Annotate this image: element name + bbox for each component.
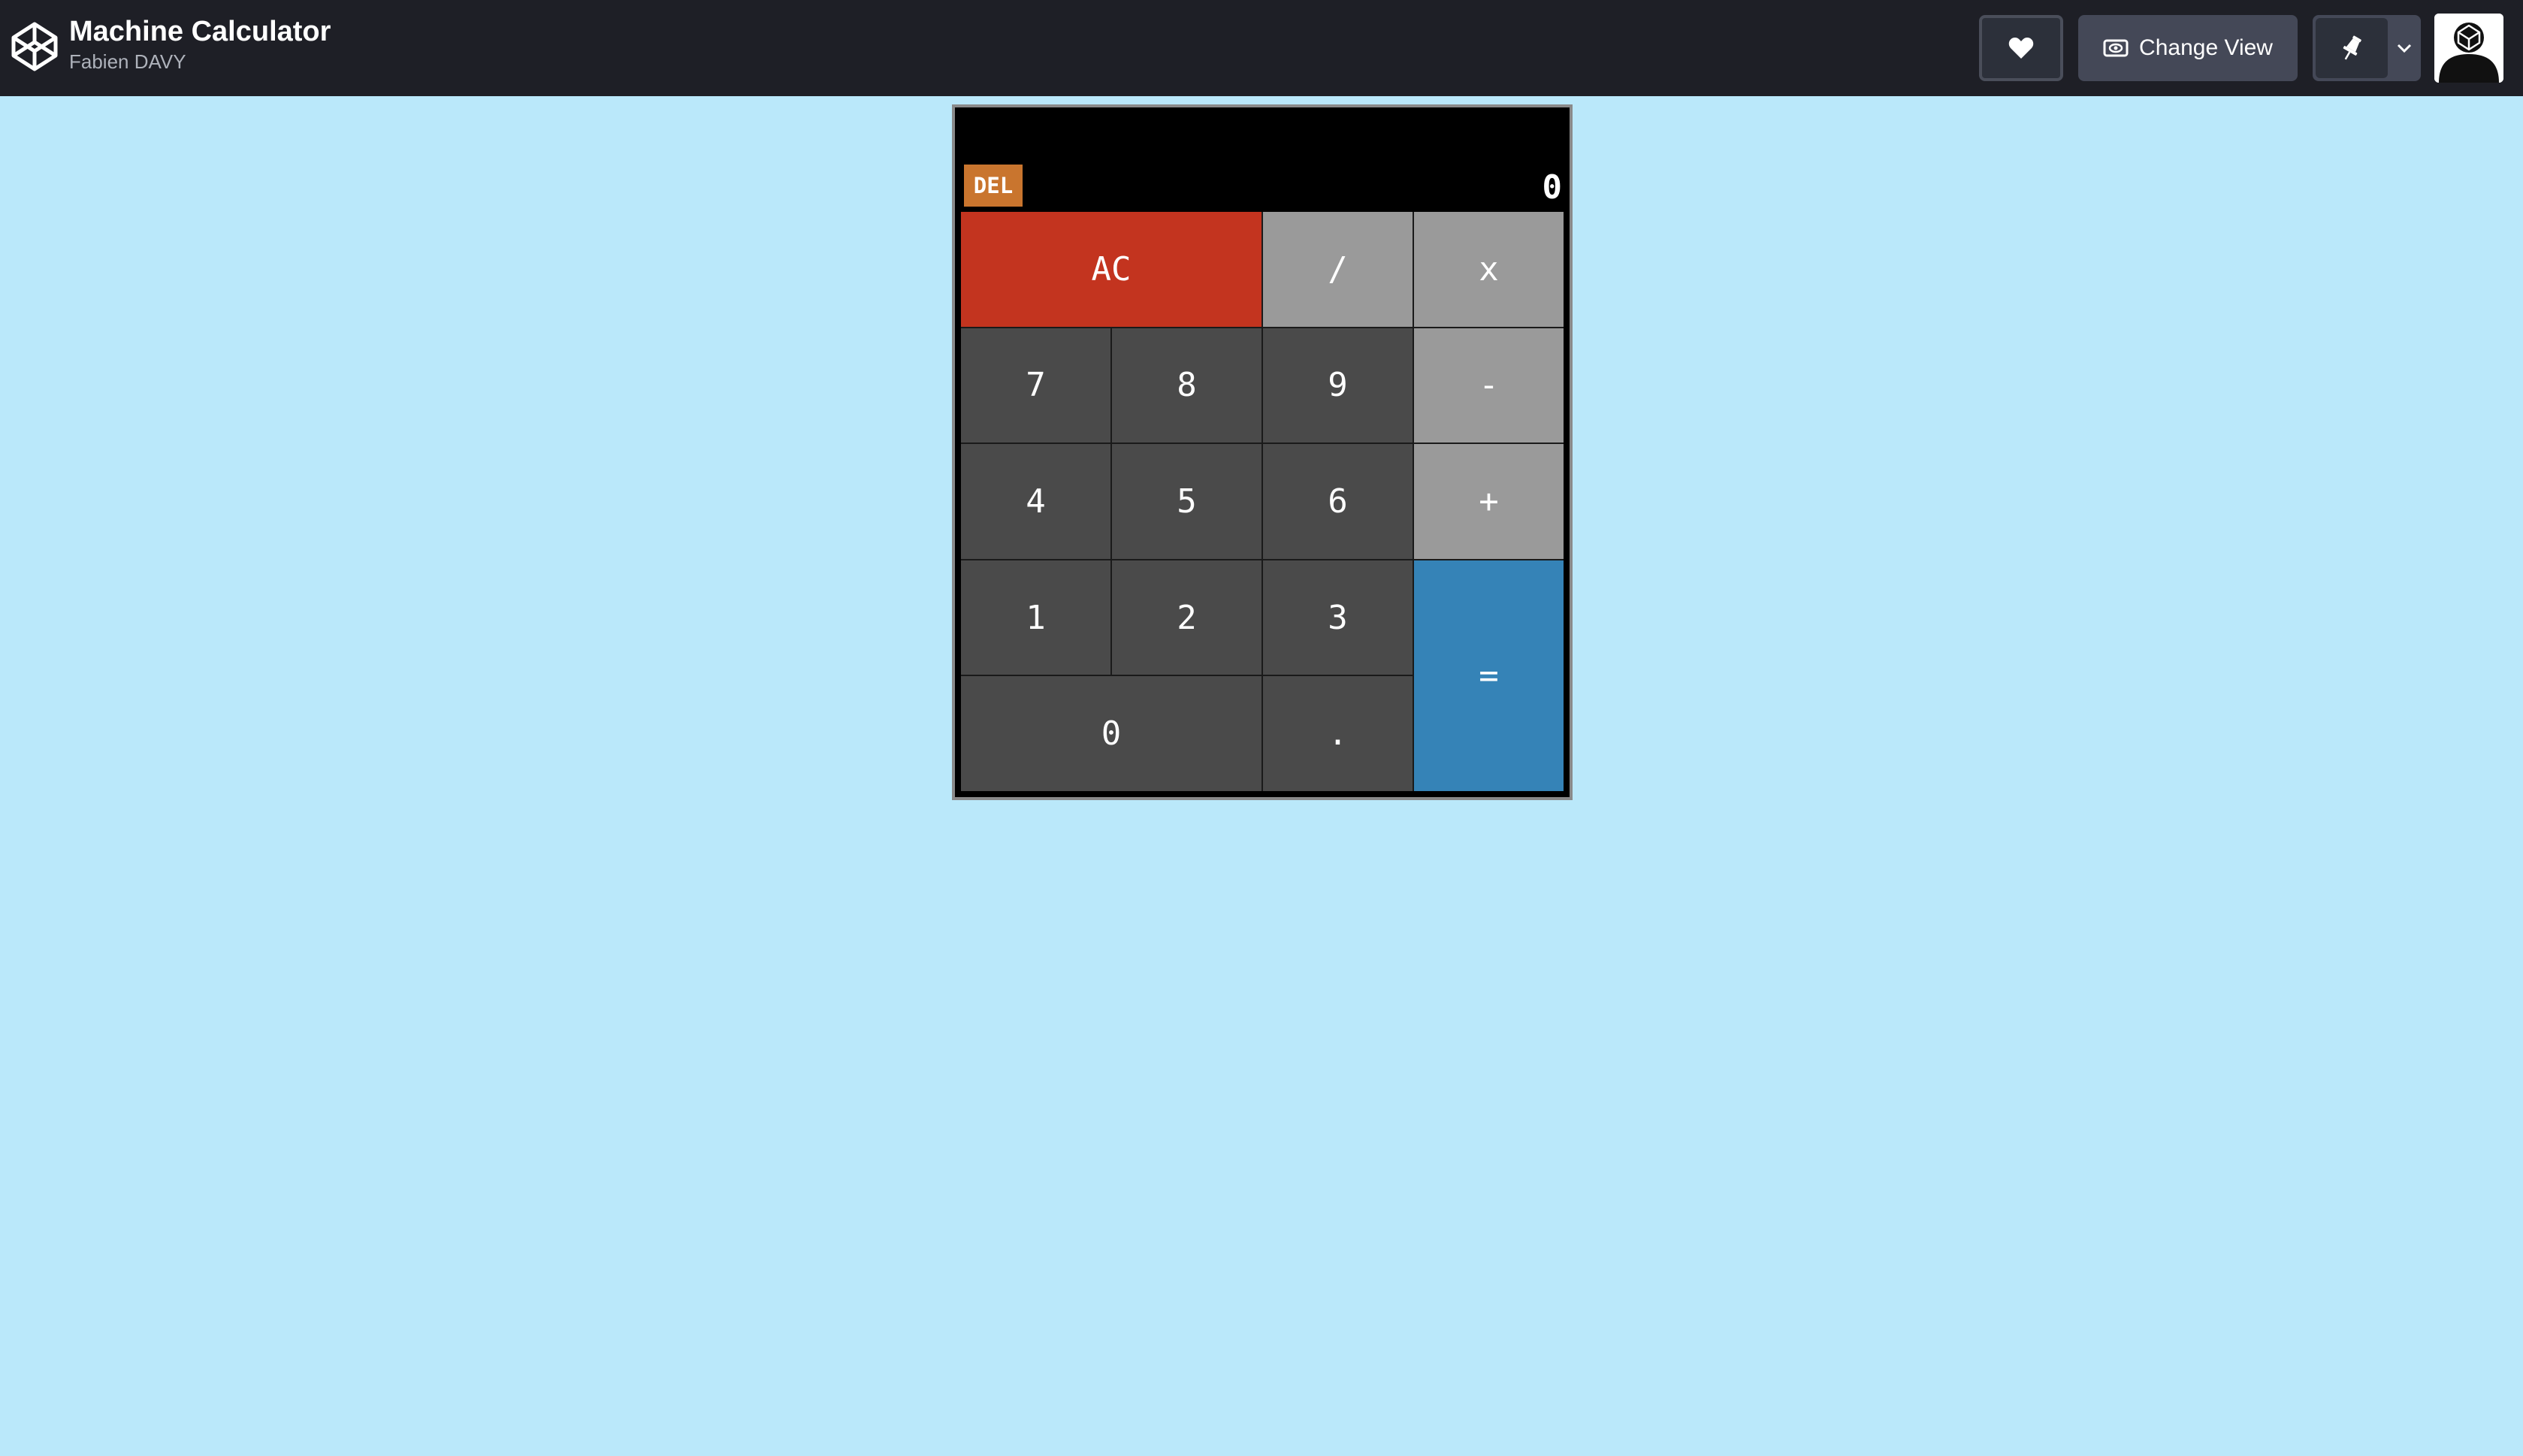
digit-0-button[interactable]: 0 xyxy=(961,676,1262,791)
heart-icon xyxy=(2008,38,2034,59)
pin-button[interactable] xyxy=(2316,18,2388,78)
subtract-button[interactable]: - xyxy=(1414,328,1564,443)
digit-3-button[interactable]: 3 xyxy=(1263,560,1413,675)
like-button[interactable] xyxy=(1979,15,2063,81)
title-block: Machine Calculator Fabien DAVY xyxy=(69,14,331,74)
digit-7-button[interactable]: 7 xyxy=(961,328,1110,443)
pin-icon xyxy=(2343,35,2361,60)
multiply-button[interactable]: x xyxy=(1414,212,1564,327)
delete-button[interactable]: DEL xyxy=(964,165,1023,207)
digit-5-button[interactable]: 5 xyxy=(1112,444,1262,559)
equals-button[interactable]: = xyxy=(1414,560,1564,791)
user-avatar-image xyxy=(2434,14,2503,83)
add-button[interactable]: + xyxy=(1414,444,1564,559)
digit-6-button[interactable]: 6 xyxy=(1263,444,1413,559)
digit-1-button[interactable]: 1 xyxy=(961,560,1110,675)
keypad: AC / x 7 8 9 - 4 5 6 + 1 2 3 = 0 . xyxy=(961,212,1564,791)
decimal-button[interactable]: . xyxy=(1263,676,1413,791)
pin-button-group xyxy=(2313,15,2421,81)
chevron-down-icon xyxy=(2397,44,2412,53)
digit-4-button[interactable]: 4 xyxy=(961,444,1110,559)
change-view-label: Change View xyxy=(2139,35,2273,60)
digit-8-button[interactable]: 8 xyxy=(1112,328,1262,443)
user-avatar[interactable] xyxy=(2434,14,2503,83)
change-view-button[interactable]: Change View xyxy=(2078,15,2298,81)
display-value: 0 xyxy=(1542,168,1563,207)
divide-button[interactable]: / xyxy=(1263,212,1413,327)
pen-author[interactable]: Fabien DAVY xyxy=(69,50,331,74)
top-bar: Machine Calculator Fabien DAVY Change Vi… xyxy=(0,0,2523,96)
digit-9-button[interactable]: 9 xyxy=(1263,328,1413,443)
pin-menu-toggle[interactable] xyxy=(2388,15,2421,81)
calculator-display: DEL 0 xyxy=(955,107,1570,211)
eye-icon xyxy=(2103,39,2129,57)
digit-2-button[interactable]: 2 xyxy=(1112,560,1262,675)
calculator: DEL 0 AC / x 7 8 9 - 4 5 6 + 1 2 3 = 0 . xyxy=(952,104,1573,800)
codepen-logo-icon[interactable] xyxy=(11,21,59,72)
all-clear-button[interactable]: AC xyxy=(961,212,1262,327)
pen-title: Machine Calculator xyxy=(69,16,331,47)
